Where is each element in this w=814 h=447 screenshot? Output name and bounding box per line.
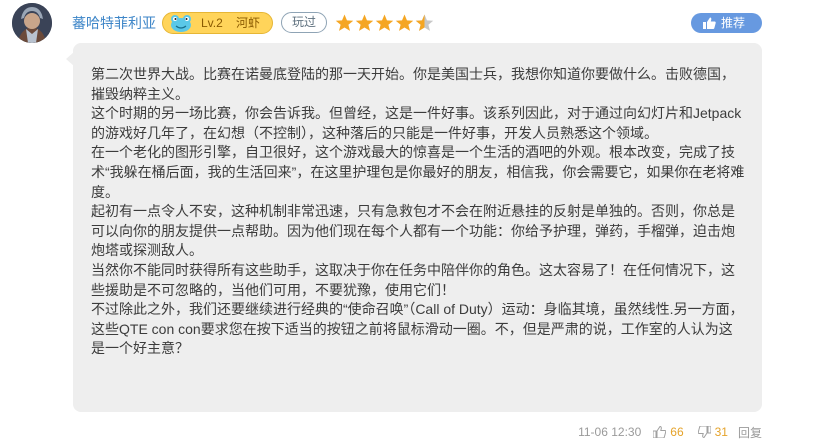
review-footer: 11-06 12:30 66 31 回复 [578, 424, 762, 440]
recommend-badge: 推荐 [691, 13, 762, 33]
star-half-icon [415, 14, 434, 31]
star-icon [355, 14, 374, 31]
rating-stars [335, 12, 434, 34]
frog-icon [171, 15, 191, 32]
review-text: 第二次世界大战。比赛在诺曼底登陆的那一天开始。你是美国士兵，我想你知道你要做什么… [91, 65, 746, 359]
recommend-label: 推荐 [721, 16, 746, 30]
review-paragraph: 当然你不能同时获得所有这些助手，这取决于你在任务中陪伴你的角色。这太容易了！在任… [91, 261, 735, 298]
review-paragraph: 这个时期的另一场比赛，你会告诉我。但曾经，这是一件好事。该系列因此，对于通过向幻… [91, 105, 742, 141]
thumbs-up-icon [653, 426, 667, 438]
level-label: Lv.2 [201, 16, 223, 30]
timestamp: 11-06 12:30 [578, 425, 642, 439]
star-icon [395, 14, 414, 31]
level-badge: Lv.2 河虾 [162, 12, 273, 34]
star-icon [335, 14, 354, 31]
reply-button[interactable]: 回复 [738, 424, 762, 441]
like-count: 66 [670, 425, 684, 439]
thumbs-down-icon [697, 426, 711, 438]
like-button[interactable]: 66 [653, 425, 684, 439]
dislike-button[interactable]: 31 [697, 425, 728, 439]
avatar[interactable] [12, 3, 52, 43]
thumbs-up-icon [703, 17, 716, 29]
dislike-count: 31 [714, 425, 728, 439]
review-paragraph: 起初有一点令人不安，这种机制非常迅速，只有急救包才不会在附近悬挂的反射是单独的。… [91, 203, 735, 259]
review-paragraph: 不过除此之外，我们还要继续进行经典的“使命召唤”（Call of Duty）运动… [91, 301, 744, 357]
review-paragraph: 第二次世界大战。比赛在诺曼底登陆的那一天开始。你是美国士兵，我想你知道你要做什么… [91, 66, 735, 102]
review-paragraph: 在一个老化的图形引擎，自卫很好，这个游戏最大的惊喜是一个生活的酒吧的外观。根本改… [91, 144, 745, 200]
username[interactable]: 蕃哈特菲利亚 [72, 14, 156, 32]
played-tag: 玩过 [281, 12, 327, 33]
rank-label: 河虾 [236, 16, 261, 30]
star-icon [375, 14, 394, 31]
